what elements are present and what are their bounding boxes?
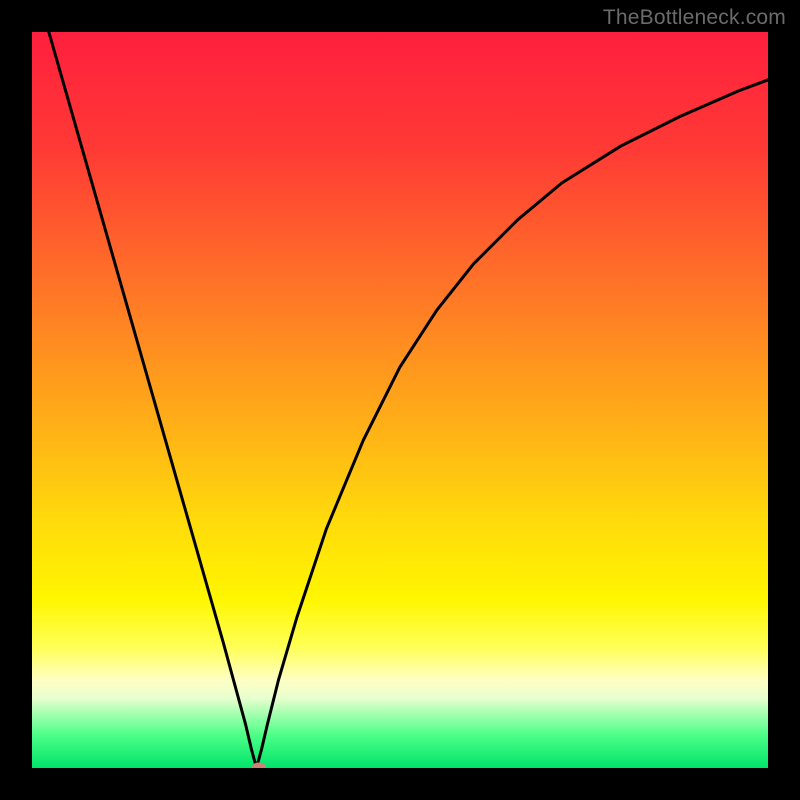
plot-area: [32, 32, 768, 768]
mismatch-curve: [32, 32, 768, 768]
curve-layer: [32, 32, 768, 768]
watermark-text: TheBottleneck.com: [603, 6, 786, 30]
optimal-point-marker: [252, 763, 266, 769]
chart-frame: TheBottleneck.com: [0, 0, 800, 800]
